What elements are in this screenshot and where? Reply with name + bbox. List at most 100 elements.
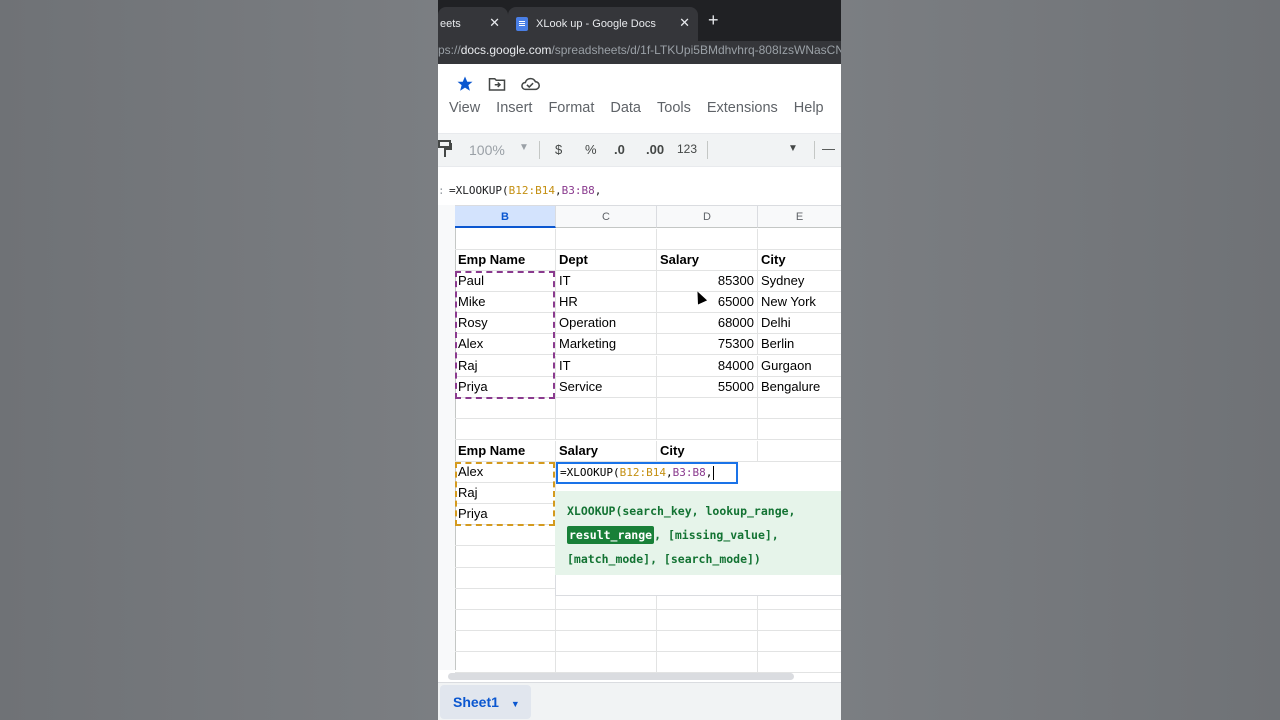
active-cell-editor[interactable]: =XLOOKUP(B12:B14,B3:B8, xyxy=(556,462,738,484)
column-header-b[interactable]: B xyxy=(455,205,556,228)
grid-cell[interactable] xyxy=(455,547,556,568)
grid-cell[interactable] xyxy=(657,652,758,673)
new-tab-button[interactable]: + xyxy=(708,10,719,31)
chevron-down-icon[interactable]: ▼ xyxy=(519,142,529,153)
grid-cell[interactable] xyxy=(657,631,758,652)
table-cell[interactable]: 65000 xyxy=(657,292,758,313)
menu-data[interactable]: Data xyxy=(610,100,641,116)
grid-cell[interactable] xyxy=(455,525,556,546)
grid-cell[interactable] xyxy=(758,419,841,440)
percent-format-button[interactable]: % xyxy=(585,142,597,157)
grid-cell[interactable] xyxy=(455,419,556,440)
grid-cell[interactable] xyxy=(455,652,556,673)
paint-format-icon[interactable] xyxy=(438,140,452,161)
toolbar-divider xyxy=(539,141,540,159)
chevron-down-icon[interactable]: ▼ xyxy=(511,699,520,709)
toolbar-divider xyxy=(814,141,815,159)
table-cell[interactable]: Marketing xyxy=(556,334,657,355)
decrease-decimal-button[interactable]: .0 xyxy=(614,142,625,157)
grid-cell[interactable] xyxy=(556,398,657,419)
table-cell[interactable]: Berlin xyxy=(758,334,841,355)
grid-cell[interactable] xyxy=(556,419,657,440)
table-header-cell[interactable]: Emp Name xyxy=(455,250,556,271)
table-cell[interactable]: Operation xyxy=(556,313,657,334)
grid-cell[interactable] xyxy=(455,631,556,652)
table-cell[interactable]: 75300 xyxy=(657,334,758,355)
grid-cell[interactable] xyxy=(758,652,841,673)
column-header-d[interactable]: D xyxy=(657,205,758,228)
move-to-folder-icon[interactable] xyxy=(488,76,506,97)
formula-bar[interactable]: : =XLOOKUP(B12:B14,B3:B8, xyxy=(438,178,841,202)
more-formats-button[interactable]: 123 xyxy=(677,142,697,156)
menu-bar: View Insert Format Data Tools Extensions… xyxy=(449,100,824,116)
column-header-e[interactable]: E xyxy=(758,205,841,228)
horizontal-scrollbar[interactable] xyxy=(448,673,794,680)
table-cell[interactable]: Gurgaon xyxy=(758,356,841,377)
table-cell[interactable]: 84000 xyxy=(657,356,758,377)
tooltip-signature-line1: XLOOKUP(search_key, lookup_range, xyxy=(567,504,796,518)
tab-title: eets xyxy=(440,18,461,30)
table-header-cell[interactable]: Salary xyxy=(657,250,758,271)
grid-cell[interactable] xyxy=(758,398,841,419)
grid-cell[interactable] xyxy=(657,419,758,440)
close-icon[interactable]: ✕ xyxy=(489,15,500,31)
grid-cell[interactable] xyxy=(556,631,657,652)
menu-help[interactable]: Help xyxy=(794,100,824,116)
menu-tools[interactable]: Tools xyxy=(657,100,691,116)
table-cell[interactable]: IT xyxy=(556,271,657,292)
grid-cell[interactable] xyxy=(455,610,556,631)
increase-decimal-button[interactable]: .00 xyxy=(646,142,664,157)
table-cell[interactable]: 85300 xyxy=(657,271,758,292)
table-header-cell[interactable]: City xyxy=(657,441,758,462)
grid-cell[interactable] xyxy=(758,441,841,462)
menu-insert[interactable]: Insert xyxy=(496,100,532,116)
grid-cell[interactable] xyxy=(455,398,556,419)
docs-icon xyxy=(516,17,528,31)
grid-cell[interactable] xyxy=(657,398,758,419)
table-cell[interactable]: New York xyxy=(758,292,841,313)
browser-window: eets ✕ XLook up - Google Docs ✕ + ps://d… xyxy=(438,0,841,720)
grid-cell[interactable] xyxy=(455,229,556,250)
table-header-cell[interactable]: Emp Name xyxy=(455,441,556,462)
background-left xyxy=(0,0,438,720)
grid-cell[interactable] xyxy=(556,652,657,673)
table-cell[interactable]: 55000 xyxy=(657,377,758,398)
grid-cell[interactable] xyxy=(556,229,657,250)
grid-cell[interactable] xyxy=(657,229,758,250)
grid-cell[interactable] xyxy=(556,610,657,631)
close-icon[interactable]: ✕ xyxy=(679,15,690,31)
table-cell[interactable]: Bengalure xyxy=(758,377,841,398)
menu-extensions[interactable]: Extensions xyxy=(707,100,778,116)
grid-cell[interactable] xyxy=(455,568,556,589)
table-header-cell[interactable]: Salary xyxy=(556,441,657,462)
table-cell[interactable]: IT xyxy=(556,356,657,377)
table-header-cell[interactable]: Dept xyxy=(556,250,657,271)
table-cell[interactable]: 68000 xyxy=(657,313,758,334)
table-cell[interactable]: Sydney xyxy=(758,271,841,292)
table-cell[interactable]: Service xyxy=(556,377,657,398)
zoom-select[interactable]: 100% xyxy=(469,142,505,158)
menu-format[interactable]: Format xyxy=(548,100,594,116)
table-cell[interactable]: HR xyxy=(556,292,657,313)
cloud-saved-icon[interactable] xyxy=(520,76,540,97)
address-bar[interactable]: ps://docs.google.com/spreadsheets/d/1f-L… xyxy=(438,41,841,64)
table-cell[interactable]: Delhi xyxy=(758,313,841,334)
menu-view[interactable]: View xyxy=(449,100,480,116)
chevron-down-icon[interactable]: ▼ xyxy=(788,143,798,154)
column-header-c[interactable]: C xyxy=(556,205,657,228)
grid-cell[interactable] xyxy=(455,589,556,610)
background-right xyxy=(841,0,1280,720)
star-icon[interactable] xyxy=(456,75,474,98)
tab-xlookup[interactable]: XLook up - Google Docs ✕ xyxy=(508,7,698,41)
font-size-decrease-button[interactable]: — xyxy=(822,141,835,156)
current-argument: result_range xyxy=(567,526,655,544)
sheet-tab-sheet1[interactable]: Sheet1 ▼ xyxy=(440,685,531,719)
currency-format-button[interactable]: $ xyxy=(555,142,562,157)
grid-cell[interactable] xyxy=(758,631,841,652)
grid-cell[interactable] xyxy=(758,610,841,631)
grid-cell[interactable] xyxy=(758,229,841,250)
tab-sheets[interactable]: eets ✕ xyxy=(438,7,508,41)
search-key-highlight xyxy=(455,462,555,526)
table-header-cell[interactable]: City xyxy=(758,250,841,271)
grid-cell[interactable] xyxy=(657,610,758,631)
